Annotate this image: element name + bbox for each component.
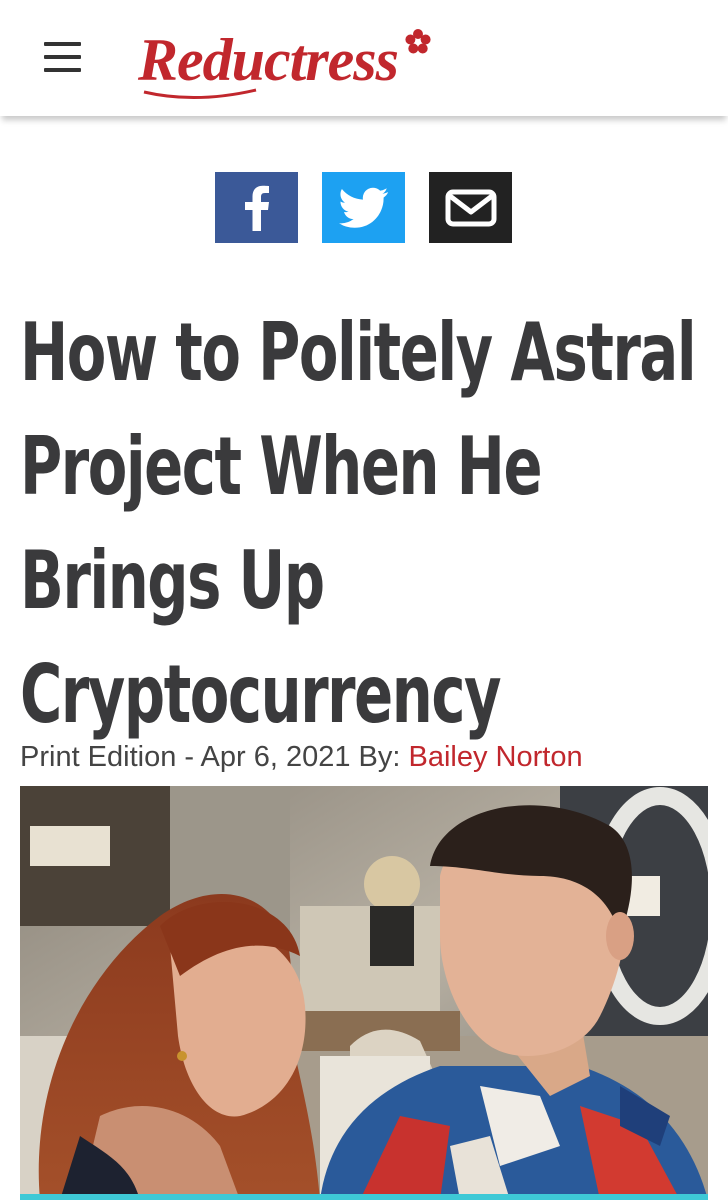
logo-text: Reductress — [137, 27, 398, 93]
headline-line: Cryptocurrency — [20, 648, 502, 741]
site-logo[interactable]: Reductress — [136, 12, 436, 104]
headline-line: Brings Up — [20, 534, 325, 627]
article-byline: Print Edition - Apr 6, 2021 By: Bailey N… — [20, 741, 583, 774]
envelope-icon — [445, 189, 496, 226]
share-buttons — [0, 172, 728, 243]
twitter-icon — [338, 187, 388, 228]
headline-line: How to Politely Astral — [20, 306, 697, 399]
twitter-share-button[interactable] — [322, 172, 405, 243]
couple-photo-illustration — [20, 786, 708, 1200]
hamburger-menu-icon[interactable] — [44, 42, 81, 72]
menu-bar-middle — [44, 55, 81, 59]
article-headline: How to Politely Astral Project When He B… — [20, 296, 711, 752]
menu-bar-top — [44, 42, 81, 46]
flower-icon — [405, 29, 431, 54]
headline-line: Project When He — [20, 420, 543, 513]
reductress-logo-wordmark: Reductress — [137, 27, 431, 100]
byline-edition-date: Print Edition - Apr 6, 2021 By: — [20, 741, 409, 773]
author-link[interactable]: Bailey Norton — [408, 741, 582, 773]
article-photo — [20, 786, 708, 1200]
menu-bar-bottom — [44, 68, 81, 72]
facebook-icon — [244, 185, 269, 231]
email-share-button[interactable] — [429, 172, 512, 243]
facebook-share-button[interactable] — [215, 172, 298, 243]
photo-accent-bar — [20, 1194, 708, 1200]
site-header: Reductress — [0, 0, 728, 116]
